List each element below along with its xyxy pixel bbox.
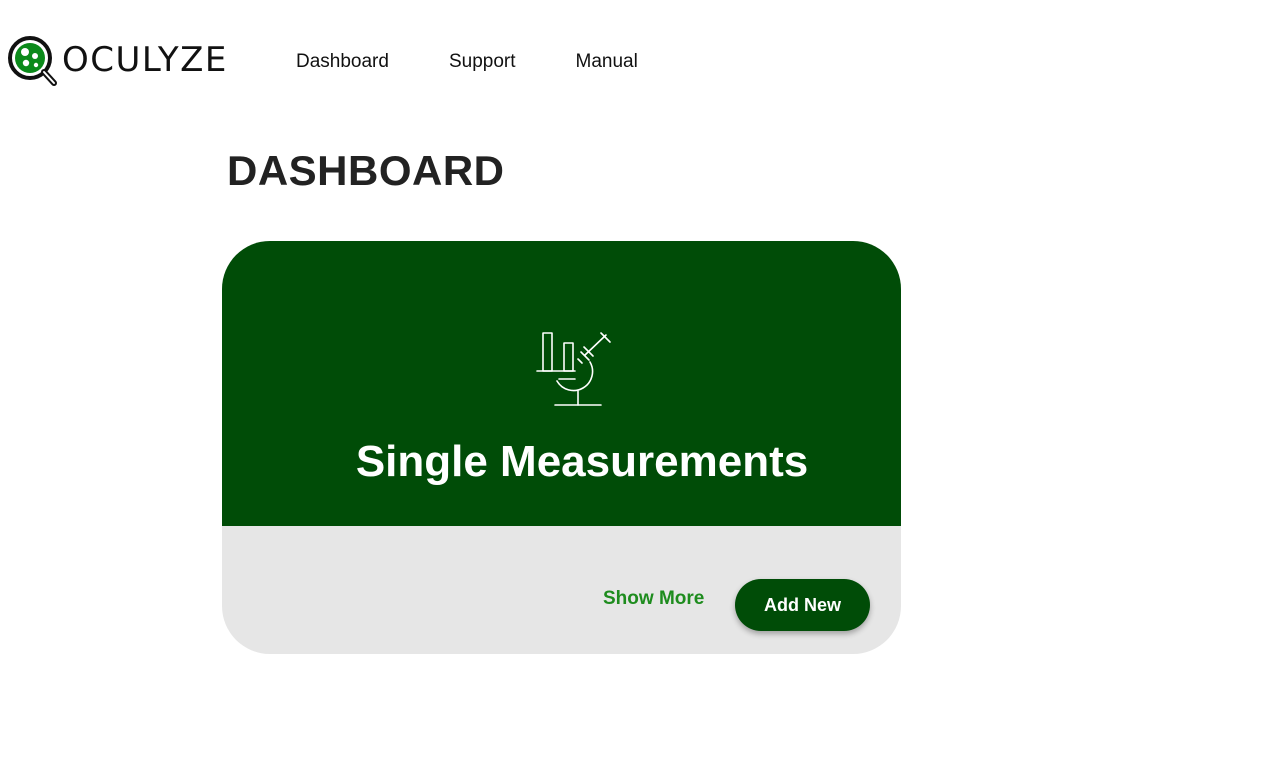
magnifier-cells-icon [8,36,57,86]
single-measurements-card: Single Measurements Show More Add New [222,241,901,654]
nav-link-manual[interactable]: Manual [576,51,638,73]
card-footer: Show More Add New [222,526,901,654]
top-header: OCULYZE Dashboard Support Manual [0,0,1280,120]
show-more-link[interactable]: Show More [603,588,704,610]
microscope-chart-icon [536,332,611,406]
nav-link-support[interactable]: Support [449,51,516,73]
add-new-button[interactable]: Add New [735,579,870,631]
main-nav: Dashboard Support Manual [296,51,698,73]
brand-name: OCULYZE [62,40,228,80]
card-header: Single Measurements [222,241,901,526]
card-title: Single Measurements [355,437,809,486]
brand-logo[interactable]: OCULYZE [6,34,226,92]
page-title: DASHBOARD [227,147,505,194]
nav-link-dashboard[interactable]: Dashboard [296,51,389,73]
